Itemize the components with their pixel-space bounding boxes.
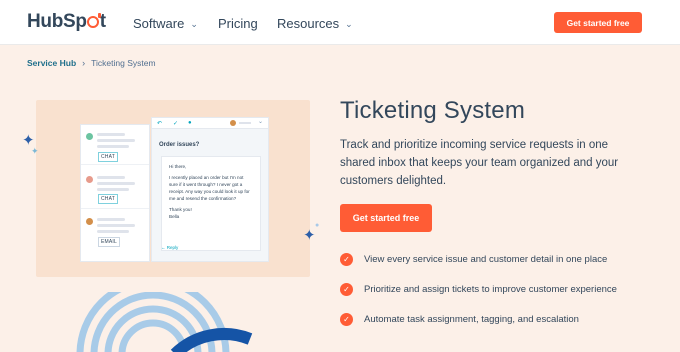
avatar: [86, 176, 93, 183]
nav-resources[interactable]: Resources ⌄: [277, 16, 353, 31]
check-icon: ✓: [173, 121, 179, 127]
breadcrumb: Service Hub › Ticketing System: [27, 58, 156, 68]
avatar: [86, 133, 93, 140]
decorative-arcs: [76, 292, 253, 352]
check-icon: ✓: [340, 313, 353, 326]
message-name: Bella: [169, 214, 180, 219]
check-icon: ✓: [340, 283, 353, 296]
sparkle-icon: ✦: [303, 227, 316, 244]
nav-pricing[interactable]: Pricing: [218, 16, 258, 31]
feature-text: View every service issue and customer de…: [364, 254, 608, 265]
feature-item: ✓ Automate task assignment, tagging, and…: [340, 313, 579, 326]
attachment-icon: ●: [188, 120, 192, 126]
message-greeting: Hi there,: [169, 164, 187, 169]
chevron-down-icon: ⌄: [345, 19, 353, 29]
get-started-free-button-header[interactable]: Get started free: [554, 12, 642, 33]
sprocket-icon: [87, 13, 102, 28]
top-navigation-bar: HubSp t Software ⌄ Pricing Resources ⌄ Get …: [0, 0, 680, 45]
conversation-row: CHAT: [81, 125, 149, 165]
feature-item: ✓ Prioritize and assign tickets to impro…: [340, 283, 617, 296]
ticket-title: Order issues?: [159, 142, 200, 148]
channel-tag: EMAIL: [98, 237, 121, 247]
hubspot-logo[interactable]: HubSp t: [27, 11, 106, 33]
breadcrumb-current: Ticketing System: [91, 58, 156, 68]
sparkle-small-icon: ✦: [31, 146, 39, 156]
reply-link: ← Reply: [161, 245, 179, 250]
page-description: Track and prioritize incoming service re…: [340, 139, 619, 187]
chevron-down-icon: ⌄: [190, 19, 198, 29]
check-icon: ✓: [340, 253, 353, 266]
message-text: I recently placed an order but I'm not s…: [169, 175, 250, 201]
ticket-detail-panel: ↶ ✓ ● ⌄ Order issues? Hi there, I recent…: [151, 117, 269, 262]
conversation-row: EMAIL: [81, 213, 149, 253]
reply-icon: ↶: [157, 121, 163, 127]
message-body: Hi there, I recently placed an order but…: [161, 156, 261, 251]
conversation-list: CHAT CHAT EMAIL: [80, 124, 150, 262]
assignee-avatar: [230, 120, 236, 126]
ticket-toolbar: ↶ ✓ ● ⌄: [152, 118, 268, 129]
nav-software[interactable]: Software ⌄: [133, 16, 198, 31]
feature-text: Automate task assignment, tagging, and e…: [364, 314, 579, 325]
chevron-right-icon: ›: [82, 58, 86, 68]
sparkle-dot-icon: ●: [315, 222, 320, 229]
conversation-row: CHAT: [81, 169, 149, 209]
chevron-down-icon: ⌄: [258, 119, 264, 125]
message-signoff: Thank you!: [169, 207, 192, 212]
channel-tag: CHAT: [98, 194, 119, 204]
get-started-free-button[interactable]: Get started free: [340, 204, 432, 232]
nav-software-label: Software: [133, 16, 185, 31]
avatar: [86, 218, 93, 225]
nav-resources-label: Resources: [277, 16, 340, 31]
page-title: Ticketing System: [340, 97, 526, 124]
feature-item: ✓ View every service issue and customer …: [340, 253, 607, 266]
breadcrumb-service-hub[interactable]: Service Hub: [27, 58, 76, 68]
feature-text: Prioritize and assign tickets to improve…: [364, 284, 617, 295]
channel-tag: CHAT: [98, 152, 119, 162]
nav-pricing-label: Pricing: [218, 16, 258, 31]
